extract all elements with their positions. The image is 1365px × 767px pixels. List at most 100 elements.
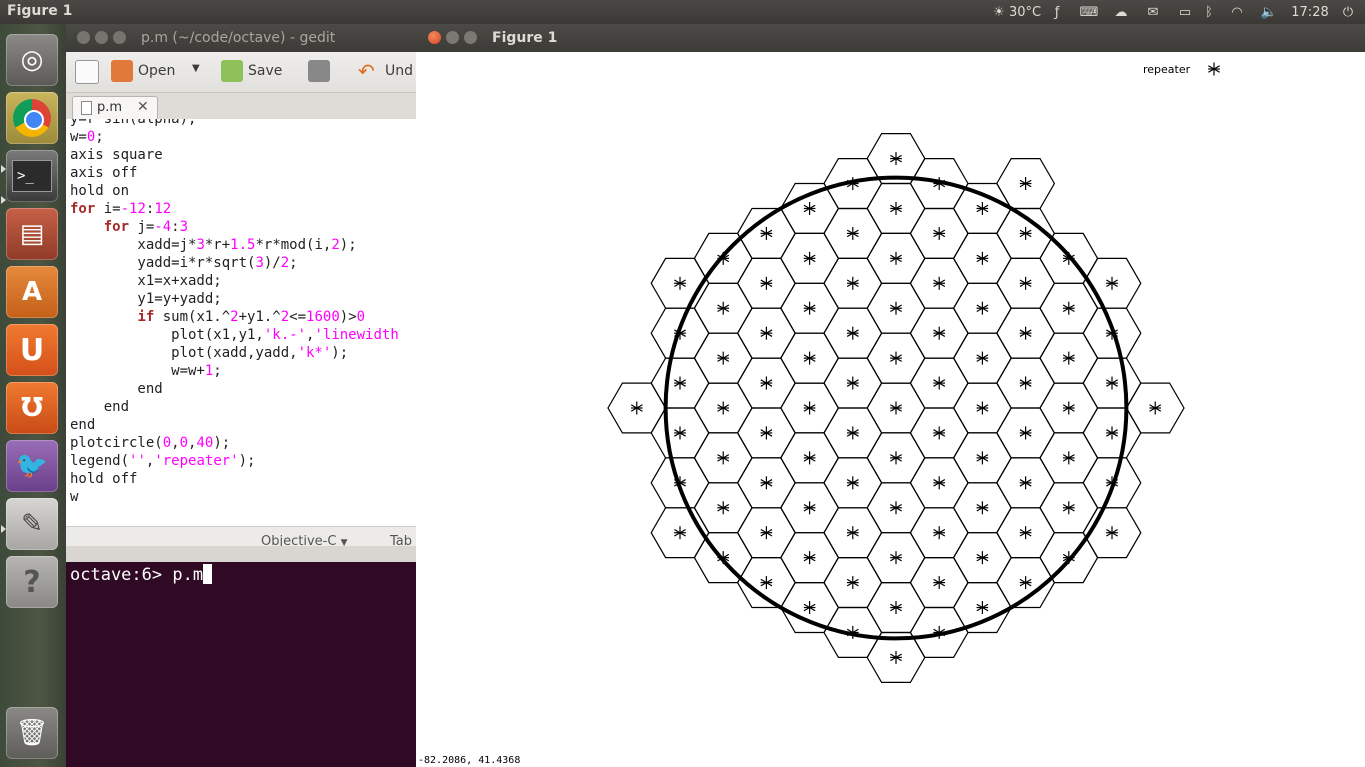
close-icon[interactable] <box>77 31 90 44</box>
terminal-cursor <box>203 564 213 584</box>
minimize-icon[interactable] <box>95 31 108 44</box>
open-button[interactable]: Open <box>111 60 175 82</box>
pidgin-launcher[interactable]: 🐦 <box>6 440 58 492</box>
text-editor-launcher[interactable]: ✎ <box>6 498 58 550</box>
minimize-icon[interactable] <box>446 31 459 44</box>
pidgin-bird-icon: 🐦 <box>15 451 49 481</box>
maximize-icon[interactable] <box>464 31 477 44</box>
trash-icon: 🗑 <box>15 718 49 748</box>
repeater-marker <box>717 301 730 315</box>
new-document-button[interactable] <box>75 60 99 84</box>
repeater-marker <box>890 551 902 565</box>
repeater-marker <box>630 401 643 415</box>
repeater-marker <box>1062 401 1075 415</box>
file-manager-launcher[interactable]: ▤ <box>6 208 58 260</box>
ubuntu-one-launcher[interactable]: U <box>6 324 58 376</box>
repeater-marker <box>976 251 989 265</box>
maximize-icon[interactable] <box>113 31 126 44</box>
wifi-icon[interactable]: ◠ <box>1226 3 1248 21</box>
repeater-marker <box>760 526 773 540</box>
repeater-marker <box>803 501 816 515</box>
ubuntu-one-icon: U <box>19 332 45 368</box>
folder-icon <box>111 60 133 82</box>
repeater-marker <box>1062 451 1075 465</box>
cursor-coordinates: -82.2086, 41.4368 <box>418 755 521 766</box>
gedit-titlebar: p.m (~/code/octave) - gedit <box>66 24 416 52</box>
repeater-marker <box>846 376 859 390</box>
undo-button[interactable]: ↶ Und <box>358 60 413 82</box>
repeater-marker <box>890 451 902 465</box>
open-dropdown-button[interactable]: ▼ <box>192 63 200 74</box>
terminal-icon: >_ <box>12 160 52 192</box>
figure-titlebar: Figure 1 <box>416 24 1365 52</box>
undo-label: Und <box>385 63 414 79</box>
launcher: ◎ >_ ▤ A U Ʊ 🐦 ✎ ? 🗑 <box>0 24 66 767</box>
repeater-marker <box>1106 426 1118 440</box>
ubuntu-one-music-launcher[interactable]: Ʊ <box>6 382 58 434</box>
repeater-marker <box>933 526 946 540</box>
file-cabinet-icon: ▤ <box>19 219 45 249</box>
notepad-pencil-icon: ✎ <box>21 509 43 539</box>
shopping-bag-icon: A <box>21 277 43 307</box>
print-button[interactable] <box>308 60 330 82</box>
legend-label: repeater <box>1143 63 1191 76</box>
repeater-marker <box>846 526 859 540</box>
undo-arrow-icon: ↶ <box>358 59 375 83</box>
save-button[interactable]: Save <box>221 60 282 82</box>
power-icon[interactable]: ⏻ <box>1338 3 1358 21</box>
repeater-marker <box>846 276 859 290</box>
repeater-marker <box>1149 401 1162 415</box>
repeater-marker <box>846 226 859 240</box>
keyboard-icon[interactable]: ⌨ <box>1076 3 1102 21</box>
chrome-launcher[interactable] <box>6 92 58 144</box>
trash-launcher[interactable]: 🗑 <box>6 707 58 759</box>
tab-close-icon[interactable]: ✕ <box>137 99 149 115</box>
repeater-marker <box>1106 376 1118 390</box>
code-editor[interactable]: y=r*sin(alpha); w=0; axis square axis of… <box>66 119 416 526</box>
keyboard-input-icon[interactable]: ƒ <box>1048 3 1066 21</box>
repeater-marker <box>717 451 730 465</box>
repeater-marker <box>1019 526 1032 540</box>
repeater-marker <box>846 426 859 440</box>
tab-p-m[interactable]: p.m ✕ <box>72 96 158 120</box>
clock[interactable]: 17:28 <box>1290 3 1330 21</box>
repeater-marker <box>890 401 902 415</box>
weather-icon[interactable]: ☀ <box>988 3 1010 21</box>
repeater-marker <box>933 576 946 590</box>
cloud-icon[interactable]: ☁ <box>1110 3 1132 21</box>
repeater-marker <box>717 351 730 365</box>
mail-icon[interactable]: ✉ <box>1142 3 1164 21</box>
question-mark-icon: ? <box>23 564 41 600</box>
terminal-window[interactable]: octave:6> p.m <box>66 562 416 767</box>
close-icon[interactable] <box>428 31 441 44</box>
help-launcher[interactable]: ? <box>6 556 58 608</box>
repeater-marker <box>1019 276 1032 290</box>
dash-button[interactable]: ◎ <box>6 34 58 86</box>
repeater-marker <box>1019 426 1032 440</box>
battery-icon[interactable]: ▭ <box>1174 3 1196 21</box>
repeater-marker <box>674 426 686 440</box>
volume-icon[interactable]: 🔈 <box>1258 3 1280 21</box>
repeater-marker <box>760 426 773 440</box>
legend: repeater <box>1143 62 1220 76</box>
code-text: y=r*sin(alpha); w=0; axis square axis of… <box>70 119 399 505</box>
repeater-marker <box>933 226 946 240</box>
tab-label: p.m <box>97 100 123 115</box>
repeater-marker <box>933 476 946 490</box>
software-center-launcher[interactable]: A <box>6 266 58 318</box>
hex-cell-plot[interactable]: repeater <box>416 52 1365 767</box>
temperature-label[interactable]: 30°C <box>1008 3 1042 21</box>
repeater-marker <box>976 551 989 565</box>
repeater-marker <box>803 351 816 365</box>
repeater-marker <box>890 251 902 265</box>
gedit-window-title: p.m (~/code/octave) - gedit <box>141 30 336 46</box>
repeater-marker <box>1062 301 1075 315</box>
terminal-launcher[interactable]: >_ <box>6 150 58 202</box>
headphones-icon: Ʊ <box>20 393 44 423</box>
repeater-marker <box>760 276 773 290</box>
bluetooth-icon[interactable]: ᛒ <box>1202 3 1216 21</box>
repeater-marker <box>890 650 902 664</box>
new-document-icon <box>75 60 99 84</box>
repeater-marker <box>976 401 989 415</box>
top-panel: Figure 1 ☀ 30°C ƒ ⌨ ☁ ✉ ▭ ᛒ ◠ 🔈 17:28 ⏻ <box>0 0 1365 24</box>
